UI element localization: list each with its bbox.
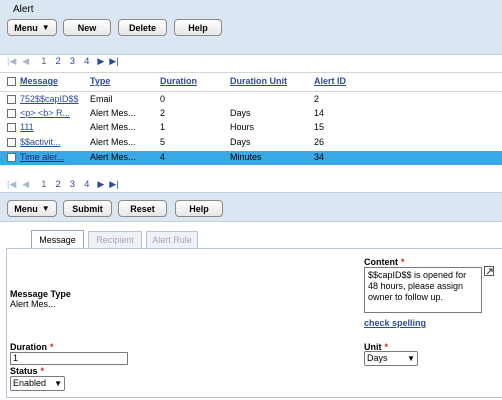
check-spelling-link[interactable]: check spelling (364, 318, 426, 328)
unit-cell: Hours (230, 122, 255, 132)
message-type-label: Message Type (10, 289, 71, 299)
alert-id-cell: 26 (314, 137, 325, 147)
table-row[interactable]: $$activit... Alert Mes... 5 Days 26 (0, 136, 502, 150)
page-link-2[interactable]: 2 (55, 56, 60, 67)
unit-cell: Days (230, 137, 251, 147)
page-link-4[interactable]: 4 (84, 179, 89, 190)
content-textarea[interactable]: $$capID$$ is opened for 48 hours, please… (364, 267, 482, 313)
tab-recipient[interactable]: Recipient (88, 231, 142, 248)
prev-page-icon[interactable]: ◀ (22, 56, 29, 67)
message-type-value: Alert Mes... (10, 299, 56, 309)
column-header-type[interactable]: Type (90, 76, 110, 86)
column-header-alert-id[interactable]: Alert ID (314, 76, 346, 86)
status-select-value: Enabled (13, 378, 47, 388)
page-link-1[interactable]: 1 (41, 56, 46, 67)
last-page-icon[interactable]: ▶| (109, 56, 118, 67)
page-link-4[interactable]: 4 (84, 56, 89, 67)
pagination-bottom: |◀ ◀ 1 2 3 4 ▶ ▶| (7, 179, 119, 190)
type-cell: Alert Mes... (90, 152, 136, 162)
page-link-1[interactable]: 1 (41, 179, 46, 190)
content-label-text: Content (364, 257, 398, 267)
next-page-icon[interactable]: ▶ (97, 179, 104, 190)
prev-page-icon[interactable]: ◀ (22, 179, 29, 190)
alert-id-cell: 14 (314, 108, 325, 118)
pagination-top: |◀ ◀ 1 2 3 4 ▶ ▶| (7, 56, 119, 67)
alert-id-cell: 15 (314, 122, 325, 132)
dropdown-arrow-icon: ▼ (41, 204, 50, 213)
page-link-2[interactable]: 2 (55, 179, 60, 190)
first-page-icon[interactable]: |◀ (7, 56, 16, 67)
reset-button[interactable]: Reset (118, 200, 167, 217)
table-row[interactable]: 752$$capID$$ Email 0 2 (0, 93, 502, 107)
page-link-3[interactable]: 3 (70, 56, 75, 67)
alert-id-cell: 2 (314, 94, 320, 104)
type-cell: Alert Mes... (90, 122, 136, 132)
status-label-text: Status (10, 366, 38, 376)
table-row[interactable]: <p> <b> R... Alert Mes... 2 Days 14 (0, 107, 502, 121)
message-link[interactable]: $$activit... (20, 137, 61, 147)
column-header-duration-unit[interactable]: Duration Unit (230, 76, 287, 86)
unit-cell: Days (230, 108, 251, 118)
first-page-icon[interactable]: |◀ (7, 179, 16, 190)
delete-button[interactable]: Delete (118, 19, 167, 36)
expand-editor-icon[interactable] (484, 266, 494, 276)
status-label: Status * (10, 366, 44, 376)
duration-cell: 0 (160, 94, 166, 104)
last-page-icon[interactable]: ▶| (109, 179, 118, 190)
duration-cell: 4 (160, 152, 166, 162)
status-select[interactable]: Enabled ▼ (10, 376, 65, 391)
menu-button-label: Menu (14, 22, 38, 33)
page-link-3[interactable]: 3 (70, 179, 75, 190)
message-link[interactable]: 752$$capID$$ (20, 94, 79, 104)
form-help-button[interactable]: Help (175, 200, 223, 217)
submit-button[interactable]: Submit (63, 200, 112, 217)
duration-cell: 2 (160, 108, 166, 118)
tab-alert-rule[interactable]: Alert Rule (146, 231, 198, 248)
message-link[interactable]: 111 (20, 122, 34, 132)
duration-input[interactable]: 1 (10, 352, 128, 365)
table-row[interactable]: 111 Alert Mes... 1 Hours 15 (0, 121, 502, 135)
help-button[interactable]: Help (174, 19, 222, 36)
unit-select[interactable]: Days ▼ (364, 351, 418, 366)
page-title: Alert (13, 4, 34, 15)
row-checkbox[interactable] (7, 95, 16, 104)
row-checkbox[interactable] (7, 153, 16, 162)
unit-select-value: Days (367, 353, 388, 363)
duration-label-text: Duration (10, 342, 47, 352)
message-link[interactable]: Time aler... (20, 152, 64, 162)
row-checkbox[interactable] (7, 109, 16, 118)
select-all-checkbox[interactable] (7, 77, 16, 86)
content-label: Content * (364, 257, 405, 267)
row-checkbox[interactable] (7, 138, 16, 147)
chevron-down-icon: ▼ (407, 354, 415, 363)
message-link[interactable]: <p> <b> R... (20, 108, 70, 118)
column-header-duration[interactable]: Duration (160, 76, 197, 86)
new-button[interactable]: New (63, 19, 111, 36)
chevron-down-icon: ▼ (54, 379, 62, 388)
required-marker: * (401, 257, 405, 267)
duration-cell: 5 (160, 137, 166, 147)
tab-message[interactable]: Message (31, 230, 84, 248)
type-cell: Alert Mes... (90, 137, 136, 147)
required-marker: * (40, 366, 45, 376)
dropdown-arrow-icon: ▼ (41, 23, 50, 32)
type-cell: Alert Mes... (90, 108, 136, 118)
form-menu-button[interactable]: Menu ▼ (7, 200, 57, 217)
row-checkbox[interactable] (7, 123, 16, 132)
duration-cell: 1 (160, 122, 166, 132)
next-page-icon[interactable]: ▶ (97, 56, 104, 67)
table-row-selected[interactable]: Time aler... Alert Mes... 4 Minutes 34 (0, 151, 502, 165)
menu-button[interactable]: Menu ▼ (7, 19, 57, 36)
form-menu-button-label: Menu (14, 203, 38, 214)
alert-id-cell: 34 (314, 152, 325, 162)
type-cell: Email (90, 94, 113, 104)
required-marker: * (50, 342, 54, 352)
duration-label: Duration * (10, 342, 54, 352)
column-header-message[interactable]: Message (20, 76, 58, 86)
unit-cell: Minutes (230, 152, 262, 162)
